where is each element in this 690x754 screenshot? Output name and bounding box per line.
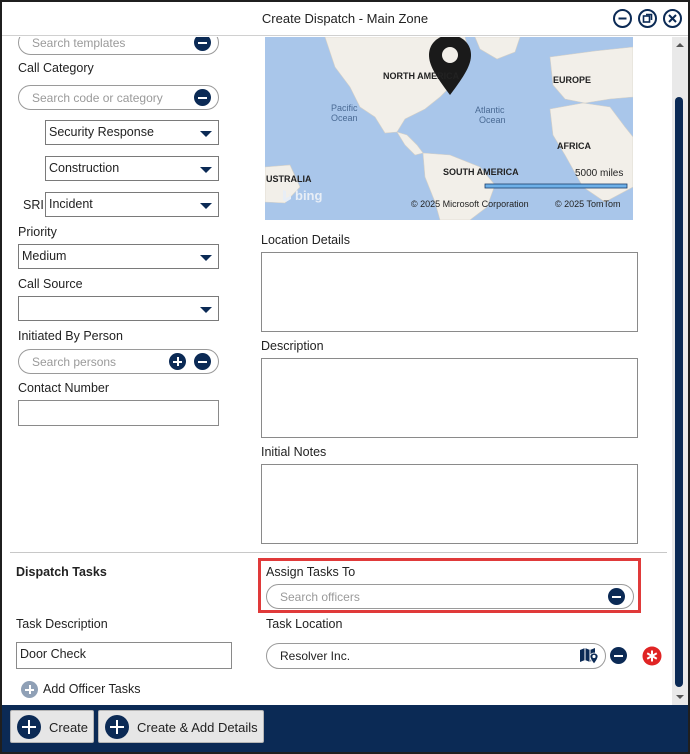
initial-notes-field[interactable]	[261, 464, 638, 544]
templates-clear-button[interactable]	[194, 37, 211, 51]
initiated-by-label: Initiated By Person	[18, 329, 123, 343]
contact-number-label: Contact Number	[18, 381, 110, 395]
bing-logo: bing	[295, 188, 323, 203]
task-description-field[interactable]: Door Check	[16, 642, 232, 669]
assign-tasks-label: Assign Tasks To	[266, 565, 356, 579]
description-label: Description	[261, 339, 324, 353]
copyright-microsoft: © 2025 Microsoft Corporation	[411, 199, 529, 209]
scroll-down-icon[interactable]	[672, 691, 688, 703]
map-label-north-america: NORTH AMERICA	[383, 71, 460, 81]
map-scale-label: 5000 miles	[575, 168, 624, 179]
location-details-field[interactable]	[261, 252, 638, 332]
category-clear-button[interactable]	[194, 89, 211, 106]
map-label-australia: USTRALIA	[266, 174, 312, 184]
call-category-label: Call Category	[18, 61, 94, 75]
scroll-up-icon[interactable]	[672, 39, 688, 51]
priority-select-value: Medium	[22, 249, 67, 263]
create-and-add-details-label: Create & Add Details	[137, 720, 258, 735]
create-button-label: Create	[49, 720, 89, 735]
sri-select[interactable]: Incident	[45, 192, 219, 217]
officers-search-placeholder: Search officers	[280, 590, 360, 604]
create-dispatch-window: Create Dispatch - Main Zone Search templ…	[0, 0, 690, 754]
category-select-2-value: Construction	[49, 161, 120, 175]
map-label-pacific: Pacific	[331, 103, 358, 113]
scrollbar-thumb[interactable]	[675, 97, 683, 687]
vertical-scrollbar[interactable]	[672, 37, 688, 705]
persons-search[interactable]: Search persons	[18, 349, 219, 374]
category-select-1[interactable]: Security Response	[45, 120, 219, 145]
add-officer-tasks-link[interactable]: Add Officer Tasks	[43, 682, 141, 696]
category-select-2[interactable]: Construction	[45, 156, 219, 181]
officers-clear-button[interactable]	[608, 588, 625, 605]
sri-label: SRI	[23, 198, 44, 212]
plus-icon	[105, 715, 129, 739]
remove-location-button[interactable]	[610, 647, 627, 664]
task-description-label: Task Description	[16, 617, 108, 631]
call-source-label: Call Source	[18, 277, 83, 291]
templates-search-placeholder: Search templates	[32, 37, 126, 50]
title-bar: Create Dispatch - Main Zone	[2, 2, 688, 36]
officers-search[interactable]: Search officers	[266, 584, 634, 609]
chevron-down-icon	[200, 167, 212, 173]
contact-number-field[interactable]	[18, 400, 219, 426]
create-and-add-details-button[interactable]: Create & Add Details	[98, 710, 264, 743]
minimize-icon[interactable]	[613, 9, 632, 28]
plus-icon[interactable]	[21, 681, 38, 698]
templates-search[interactable]: Search templates	[18, 37, 219, 55]
section-divider	[10, 552, 667, 553]
location-map[interactable]: NORTH AMERICA EUROPE Pacific Ocean Atlan…	[265, 37, 633, 220]
chevron-down-icon	[200, 203, 212, 209]
category-search[interactable]: Search code or category	[18, 85, 219, 110]
plus-icon	[17, 715, 41, 739]
task-location-field[interactable]: Resolver Inc.	[266, 643, 606, 669]
dispatch-tasks-title: Dispatch Tasks	[16, 565, 107, 579]
bing-icon	[283, 190, 291, 202]
location-details-label: Location Details	[261, 233, 350, 247]
map-label-africa: AFRICA	[557, 141, 591, 151]
category-search-placeholder: Search code or category	[32, 91, 163, 105]
chevron-down-icon	[200, 255, 212, 261]
chevron-down-icon	[200, 131, 212, 137]
task-description-value: Door Check	[20, 647, 86, 661]
persons-search-placeholder: Search persons	[32, 355, 117, 369]
priority-select[interactable]: Medium	[18, 244, 219, 269]
task-location-value: Resolver Inc.	[280, 649, 351, 663]
sri-select-value: Incident	[49, 197, 93, 211]
task-location-label: Task Location	[266, 617, 343, 631]
map-label-south-america: SOUTH AMERICA	[443, 167, 519, 177]
persons-clear-button[interactable]	[194, 353, 211, 370]
required-icon	[642, 646, 662, 666]
add-person-button[interactable]	[169, 353, 186, 370]
form-content: Search templates Call Category Search co…	[2, 37, 672, 705]
create-button[interactable]: Create	[10, 710, 94, 743]
description-field[interactable]	[261, 358, 638, 438]
category-select-1-value: Security Response	[49, 125, 154, 139]
restore-icon[interactable]	[638, 9, 657, 28]
map-label-atlantic: Atlantic	[475, 105, 505, 115]
copyright-tomtom: © 2025 TomTom	[555, 199, 621, 209]
map-label-ocean-1: Ocean	[331, 113, 358, 123]
priority-label: Priority	[18, 225, 57, 239]
initial-notes-label: Initial Notes	[261, 445, 327, 459]
close-icon[interactable]	[663, 9, 682, 28]
footer-bar: Create Create & Add Details	[2, 705, 688, 752]
map-label-europe: EUROPE	[553, 75, 592, 85]
map-label-ocean-2: Ocean	[479, 115, 506, 125]
chevron-down-icon	[200, 307, 212, 313]
map-location-icon[interactable]	[579, 647, 599, 665]
call-source-select[interactable]	[18, 296, 219, 321]
window-title: Create Dispatch - Main Zone	[261, 11, 429, 26]
